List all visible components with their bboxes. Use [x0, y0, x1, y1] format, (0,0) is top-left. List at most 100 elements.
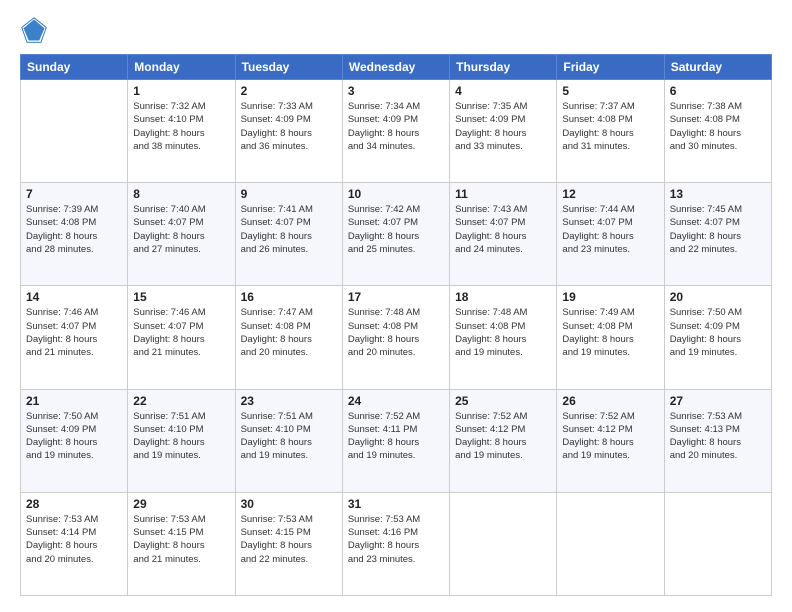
calendar-cell: 26 Sunrise: 7:52 AM Sunset: 4:12 PM Dayli… — [557, 389, 664, 492]
day-info: Sunrise: 7:39 AM Sunset: 4:08 PM Dayligh… — [26, 203, 122, 256]
day-info: Sunrise: 7:51 AM Sunset: 4:10 PM Dayligh… — [241, 410, 337, 463]
day-number: 12 — [562, 187, 658, 201]
day-info: Sunrise: 7:50 AM Sunset: 4:09 PM Dayligh… — [670, 306, 766, 359]
calendar-cell: 17 Sunrise: 7:48 AM Sunset: 4:08 PM Dayli… — [342, 286, 449, 389]
calendar-cell — [21, 80, 128, 183]
day-info: Sunrise: 7:49 AM Sunset: 4:08 PM Dayligh… — [562, 306, 658, 359]
day-number: 7 — [26, 187, 122, 201]
day-info: Sunrise: 7:33 AM Sunset: 4:09 PM Dayligh… — [241, 100, 337, 153]
calendar-cell: 31 Sunrise: 7:53 AM Sunset: 4:16 PM Dayli… — [342, 492, 449, 595]
logo — [20, 16, 52, 44]
day-number: 6 — [670, 84, 766, 98]
calendar-cell: 14 Sunrise: 7:46 AM Sunset: 4:07 PM Dayli… — [21, 286, 128, 389]
day-number: 23 — [241, 394, 337, 408]
day-number: 8 — [133, 187, 229, 201]
day-number: 3 — [348, 84, 444, 98]
calendar-cell: 6 Sunrise: 7:38 AM Sunset: 4:08 PM Daylig… — [664, 80, 771, 183]
day-info: Sunrise: 7:43 AM Sunset: 4:07 PM Dayligh… — [455, 203, 551, 256]
day-info: Sunrise: 7:45 AM Sunset: 4:07 PM Dayligh… — [670, 203, 766, 256]
day-info: Sunrise: 7:47 AM Sunset: 4:08 PM Dayligh… — [241, 306, 337, 359]
day-info: Sunrise: 7:44 AM Sunset: 4:07 PM Dayligh… — [562, 203, 658, 256]
calendar-cell: 8Sunrise: 7:40 AM Sunset: 4:07 PM Daylig… — [128, 183, 235, 286]
calendar-week-row: 21 Sunrise: 7:50 AM Sunset: 4:09 PM Dayli… — [21, 389, 772, 492]
calendar-cell: 2Sunrise: 7:33 AM Sunset: 4:09 PM Daylig… — [235, 80, 342, 183]
calendar-cell: 1Sunrise: 7:32 AM Sunset: 4:10 PM Daylig… — [128, 80, 235, 183]
day-info: Sunrise: 7:41 AM Sunset: 4:07 PM Dayligh… — [241, 203, 337, 256]
day-number: 13 — [670, 187, 766, 201]
day-number: 1 — [133, 84, 229, 98]
day-info: Sunrise: 7:37 AM Sunset: 4:08 PM Dayligh… — [562, 100, 658, 153]
day-number: 31 — [348, 497, 444, 511]
day-number: 26 — [562, 394, 658, 408]
day-number: 14 — [26, 290, 122, 304]
calendar-cell — [557, 492, 664, 595]
day-info: Sunrise: 7:46 AM Sunset: 4:07 PM Dayligh… — [26, 306, 122, 359]
calendar-week-row: 1Sunrise: 7:32 AM Sunset: 4:10 PM Daylig… — [21, 80, 772, 183]
day-info: Sunrise: 7:52 AM Sunset: 4:11 PM Dayligh… — [348, 410, 444, 463]
weekday-header: Wednesday — [342, 55, 449, 80]
calendar-cell: 12 Sunrise: 7:44 AM Sunset: 4:07 PM Dayli… — [557, 183, 664, 286]
day-number: 29 — [133, 497, 229, 511]
day-info: Sunrise: 7:53 AM Sunset: 4:16 PM Dayligh… — [348, 513, 444, 566]
calendar-cell: 5 Sunrise: 7:37 AM Sunset: 4:08 PM Daylig… — [557, 80, 664, 183]
day-number: 21 — [26, 394, 122, 408]
day-info: Sunrise: 7:50 AM Sunset: 4:09 PM Dayligh… — [26, 410, 122, 463]
calendar-cell: 27 Sunrise: 7:53 AM Sunset: 4:13 PM Dayli… — [664, 389, 771, 492]
day-number: 24 — [348, 394, 444, 408]
day-number: 22 — [133, 394, 229, 408]
calendar-cell: 10 Sunrise: 7:42 AM Sunset: 4:07 PM Dayli… — [342, 183, 449, 286]
calendar-week-row: 7 Sunrise: 7:39 AM Sunset: 4:08 PM Daylig… — [21, 183, 772, 286]
weekday-header: Friday — [557, 55, 664, 80]
calendar-cell: 28Sunrise: 7:53 AM Sunset: 4:14 PM Dayli… — [21, 492, 128, 595]
day-number: 16 — [241, 290, 337, 304]
weekday-header: Sunday — [21, 55, 128, 80]
weekday-header: Tuesday — [235, 55, 342, 80]
calendar-cell: 20 Sunrise: 7:50 AM Sunset: 4:09 PM Dayli… — [664, 286, 771, 389]
day-info: Sunrise: 7:53 AM Sunset: 4:13 PM Dayligh… — [670, 410, 766, 463]
day-number: 4 — [455, 84, 551, 98]
day-number: 27 — [670, 394, 766, 408]
calendar-cell: 11Sunrise: 7:43 AM Sunset: 4:07 PM Dayli… — [450, 183, 557, 286]
day-info: Sunrise: 7:42 AM Sunset: 4:07 PM Dayligh… — [348, 203, 444, 256]
day-info: Sunrise: 7:51 AM Sunset: 4:10 PM Dayligh… — [133, 410, 229, 463]
day-number: 10 — [348, 187, 444, 201]
day-info: Sunrise: 7:48 AM Sunset: 4:08 PM Dayligh… — [348, 306, 444, 359]
calendar-week-row: 28Sunrise: 7:53 AM Sunset: 4:14 PM Dayli… — [21, 492, 772, 595]
calendar-cell — [664, 492, 771, 595]
calendar-cell: 3 Sunrise: 7:34 AM Sunset: 4:09 PM Daylig… — [342, 80, 449, 183]
day-info: Sunrise: 7:38 AM Sunset: 4:08 PM Dayligh… — [670, 100, 766, 153]
day-info: Sunrise: 7:46 AM Sunset: 4:07 PM Dayligh… — [133, 306, 229, 359]
day-number: 30 — [241, 497, 337, 511]
calendar-week-row: 14 Sunrise: 7:46 AM Sunset: 4:07 PM Dayli… — [21, 286, 772, 389]
calendar-cell: 21 Sunrise: 7:50 AM Sunset: 4:09 PM Dayli… — [21, 389, 128, 492]
weekday-header: Monday — [128, 55, 235, 80]
day-number: 17 — [348, 290, 444, 304]
page: SundayMondayTuesdayWednesdayThursdayFrid… — [0, 0, 792, 612]
weekday-header: Thursday — [450, 55, 557, 80]
day-number: 5 — [562, 84, 658, 98]
logo-icon — [20, 16, 48, 44]
calendar-cell: 15Sunrise: 7:46 AM Sunset: 4:07 PM Dayli… — [128, 286, 235, 389]
calendar-cell: 16 Sunrise: 7:47 AM Sunset: 4:08 PM Dayli… — [235, 286, 342, 389]
calendar-cell: 29 Sunrise: 7:53 AM Sunset: 4:15 PM Dayli… — [128, 492, 235, 595]
day-info: Sunrise: 7:52 AM Sunset: 4:12 PM Dayligh… — [455, 410, 551, 463]
calendar-cell: 13 Sunrise: 7:45 AM Sunset: 4:07 PM Dayli… — [664, 183, 771, 286]
day-info: Sunrise: 7:34 AM Sunset: 4:09 PM Dayligh… — [348, 100, 444, 153]
day-number: 9 — [241, 187, 337, 201]
weekday-header: Saturday — [664, 55, 771, 80]
weekday-header-row: SundayMondayTuesdayWednesdayThursdayFrid… — [21, 55, 772, 80]
day-info: Sunrise: 7:35 AM Sunset: 4:09 PM Dayligh… — [455, 100, 551, 153]
calendar-cell: 19Sunrise: 7:49 AM Sunset: 4:08 PM Dayli… — [557, 286, 664, 389]
calendar-cell: 30Sunrise: 7:53 AM Sunset: 4:15 PM Dayli… — [235, 492, 342, 595]
header — [20, 16, 772, 44]
day-number: 18 — [455, 290, 551, 304]
day-info: Sunrise: 7:52 AM Sunset: 4:12 PM Dayligh… — [562, 410, 658, 463]
calendar-cell: 4 Sunrise: 7:35 AM Sunset: 4:09 PM Daylig… — [450, 80, 557, 183]
day-info: Sunrise: 7:48 AM Sunset: 4:08 PM Dayligh… — [455, 306, 551, 359]
day-info: Sunrise: 7:53 AM Sunset: 4:14 PM Dayligh… — [26, 513, 122, 566]
day-number: 20 — [670, 290, 766, 304]
calendar-cell: 18 Sunrise: 7:48 AM Sunset: 4:08 PM Dayli… — [450, 286, 557, 389]
calendar-cell: 23 Sunrise: 7:51 AM Sunset: 4:10 PM Dayli… — [235, 389, 342, 492]
day-info: Sunrise: 7:53 AM Sunset: 4:15 PM Dayligh… — [133, 513, 229, 566]
calendar-cell: 22 Sunrise: 7:51 AM Sunset: 4:10 PM Dayli… — [128, 389, 235, 492]
